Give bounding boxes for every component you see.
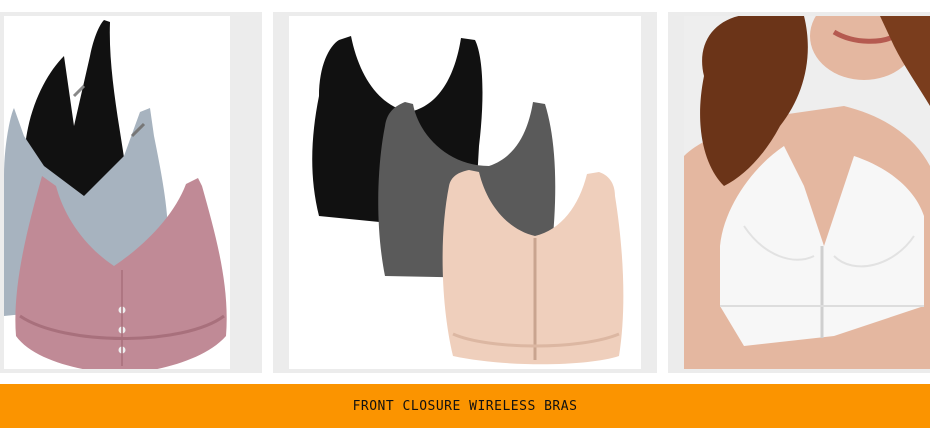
product-image-strip xyxy=(0,0,930,384)
product-card-3[interactable] xyxy=(668,12,930,373)
three-pack-button-front-bras-icon xyxy=(4,16,258,369)
three-pack-zip-front-racerback-bras-icon xyxy=(289,16,641,369)
product-card-1[interactable] xyxy=(0,12,262,373)
product-card-2[interactable] xyxy=(273,12,657,373)
white-lace-front-closure-bra-model-icon xyxy=(684,16,930,369)
category-banner[interactable]: FRONT CLOSURE WIRELESS BRAS xyxy=(0,384,930,428)
bras-illustration xyxy=(4,16,258,369)
banner-title: FRONT CLOSURE WIRELESS BRAS xyxy=(352,398,578,414)
model-illustration xyxy=(684,16,930,369)
racerback-illustration xyxy=(289,16,641,369)
